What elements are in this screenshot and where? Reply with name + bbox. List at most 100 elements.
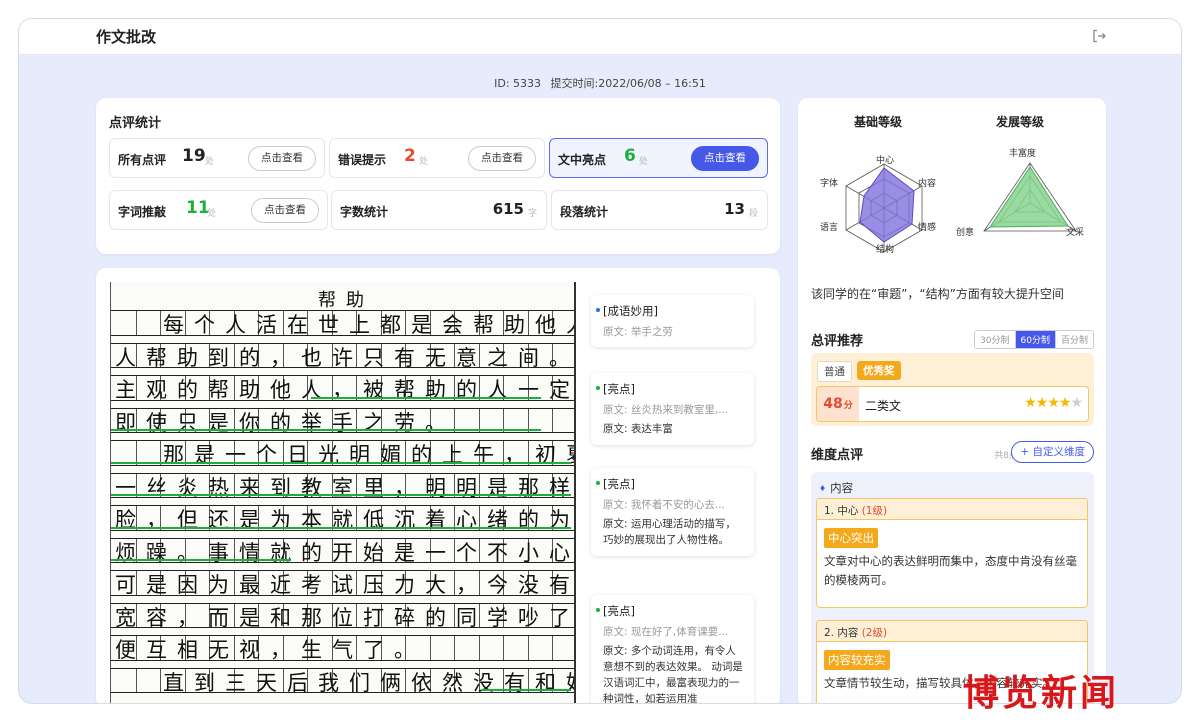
- recommend-title: 总评推荐: [811, 334, 864, 349]
- comment-body: 原文: 表达丰富: [603, 423, 673, 435]
- view-highlights-button[interactable]: 点击查看: [691, 146, 759, 171]
- stat-paragraph-count: 段落统计 13 段: [551, 190, 768, 230]
- grid-cell: [135, 668, 137, 692]
- dimension-item-tag: 内容较充实: [824, 650, 890, 670]
- stat-unit: 段: [748, 209, 758, 219]
- view-errors-button[interactable]: 点击查看: [468, 146, 536, 171]
- grid-cell: [503, 636, 504, 660]
- stat-value: 6: [624, 146, 636, 166]
- radar-label-creativity: 创意: [956, 228, 975, 238]
- essay-line: 主观的帮助他人，被帮助的人一定会心怀感激: [115, 378, 576, 402]
- score-unit: 分: [843, 401, 853, 411]
- stats-card: 点评统计 所有点评 19 处 点击查看 错误提示 2 处 点击查看 文中亮点 6…: [96, 98, 780, 254]
- essay-line: 每个人活在世上都是会帮助他人，或被他: [163, 313, 574, 337]
- stat-errors: 错误提示 2 处 点击查看: [329, 138, 545, 178]
- annotation-underline: [311, 396, 541, 399]
- essay-card: 帮助 每个人活在世上都是会帮助他人，或被他人帮助到的，也许只有无意之间。不管是否…: [96, 268, 780, 703]
- comment-original: 原文: 丝炎热来到教室里,...: [603, 404, 729, 416]
- radar-label-center: 中心: [876, 156, 895, 166]
- view-word-choice-button[interactable]: 点击查看: [251, 198, 319, 223]
- dimension-item-level: (1级): [861, 505, 888, 517]
- essay-line: 直到三天后我们俩依然没有和好。我怀着不: [163, 670, 574, 695]
- stat-highlights: 文中亮点 6 处 点击查看: [549, 138, 768, 178]
- stat-word-choice: 字词推敲 11 处 点击查看: [109, 190, 328, 230]
- essay-grid-row: 便互相无视，生气了。: [111, 635, 574, 662]
- grid-cell: [160, 668, 161, 692]
- submit-time: 提交时间:2022/06/08 – 16:51: [550, 77, 706, 90]
- handwritten-essay-image: 帮助 每个人活在世上都是会帮助他人，或被他人帮助到的，也许只有无意之间。不管是否…: [110, 282, 576, 703]
- annotation-underline: [111, 494, 571, 496]
- app-title: 作文批改: [96, 28, 157, 46]
- award-result-row: 48分 二类文 ★★★★★: [816, 386, 1089, 422]
- dimension-item-text: 文章对中心的表达鲜明而集中，态度中肯没有丝毫的模棱两可。: [824, 554, 1077, 587]
- comment-body: 原文: 运用心理活动的描写，巧妙的展现出了人物性格。: [603, 518, 736, 546]
- grid-cell: [454, 636, 455, 660]
- essay-line: 一丝炎热来到教室里，明明是那样轻柔的拂过: [115, 475, 576, 500]
- basic-level-title: 基础等级: [854, 115, 903, 129]
- dimension-item-tag: 中心突出: [824, 528, 878, 548]
- radar-label-language: 语言: [820, 223, 839, 233]
- essay-line: 烦躁。事情就的开始是一个不小心打碎的水杯，: [115, 540, 576, 565]
- radar-label-literary: 文采: [1066, 228, 1085, 238]
- stats-title: 点评统计: [109, 116, 162, 131]
- radar-label-structure: 结构: [876, 245, 895, 255]
- essay-line: 人帮助到的，也许只有无意之间。不管是否是: [115, 345, 576, 370]
- add-custom-dimension-button[interactable]: + 自定义维度: [1011, 441, 1094, 463]
- top-bar: 作文批改: [19, 19, 1181, 55]
- grid-cell: [429, 636, 431, 660]
- stat-value: 2: [404, 146, 416, 166]
- submission-meta: ID: 5333 提交时间:2022/06/08 – 16:51: [19, 75, 1181, 91]
- comment-title: [亮点]: [596, 381, 744, 397]
- annotation-underline: [111, 429, 541, 431]
- stat-all-comments: 所有点评 19 处 点击查看: [109, 138, 325, 178]
- stat-label: 所有点评: [118, 153, 167, 167]
- total-score: 48分: [817, 387, 859, 421]
- stat-value: 13: [724, 200, 745, 218]
- tag-normal[interactable]: 普通: [817, 361, 852, 382]
- stat-unit: 字: [527, 209, 537, 219]
- dimension-item-1: 1. 中心 (1级) 中心突出 文章对中心的表达鲜明而集中，态度中肯没有丝毫的模…: [816, 498, 1088, 608]
- essay-grid-row: 每个人活在世上都是会帮助他人，或被他: [111, 310, 574, 337]
- stat-value: 19: [182, 146, 206, 166]
- comment-card-2[interactable]: [亮点] 原文: 丝炎热来到教室里,... 原文: 表达丰富: [591, 373, 754, 445]
- tag-excellent[interactable]: 优秀奖: [857, 361, 901, 380]
- essay-grid-row: 宽容，而是和那位打碎的同学吵了一架。随后: [111, 602, 574, 630]
- scale-30-option[interactable]: 30分制: [975, 331, 1016, 348]
- scale-100-option[interactable]: 百分制: [1055, 331, 1093, 348]
- scale-60-option[interactable]: 60分制: [1015, 331, 1056, 348]
- stat-word-count: 字数统计 615 字: [331, 190, 547, 230]
- annotation-underline: [111, 559, 291, 561]
- essay-line: 那是一个日光明媚的上午，初夏的风带着: [163, 443, 574, 467]
- summary-text: 该同学的在“审题”，“结构”方面有较大提升空间: [811, 287, 1064, 301]
- grid-cell: [135, 311, 137, 335]
- grid-cell: [552, 636, 553, 660]
- stat-label: 字词推敲: [118, 205, 167, 219]
- comment-original: 原文: 我怀着不安的心去...: [603, 499, 725, 511]
- essay-line: 脸，但还是为本就低沉着心绪的为增添了一丝: [115, 508, 576, 532]
- stat-label: 字数统计: [340, 205, 389, 219]
- view-all-comments-button[interactable]: 点击查看: [248, 146, 316, 171]
- comment-card-3[interactable]: [亮点] 原文: 我怀着不安的心去... 原文: 运用心理活动的描写，巧妙的展现…: [591, 468, 754, 556]
- grid-cell: [552, 408, 553, 432]
- score-scale-switch: 30分制 60分制 百分制: [974, 330, 1094, 349]
- comment-original: 原文: 现在好了,体育课要...: [603, 626, 729, 638]
- dimension-item-name: 2. 内容: [824, 627, 859, 639]
- grid-cell: [478, 636, 480, 660]
- comment-original: 原文: 举手之劳: [603, 326, 673, 338]
- annotation-underline: [111, 461, 571, 464]
- score-value: 48: [823, 396, 843, 412]
- stat-unit: 处: [205, 157, 215, 167]
- essay-line: 便互相无视，生气了。: [115, 638, 425, 662]
- dimension-item-header: 2. 内容 (2级): [817, 621, 1087, 642]
- radar-label-font: 字体: [820, 179, 839, 189]
- star-rating: ★★★★★: [1024, 395, 1083, 411]
- comment-card-1[interactable]: [成语妙用] 原文: 举手之劳: [591, 295, 754, 347]
- essay-id: ID: 5333: [494, 77, 542, 90]
- logout-icon[interactable]: [1091, 28, 1107, 44]
- dimension-item-level: (2级): [861, 627, 888, 639]
- essay-class: 二类文: [865, 399, 902, 413]
- comment-card-4[interactable]: [亮点] 原文: 现在好了,体育课要... 原文: 多个动词连用，有令人意想不到…: [591, 595, 754, 703]
- watermark-logo: 博览新闻: [963, 672, 1120, 714]
- stat-unit: 处: [207, 209, 217, 219]
- radar-label-emotion: 情感: [918, 223, 937, 233]
